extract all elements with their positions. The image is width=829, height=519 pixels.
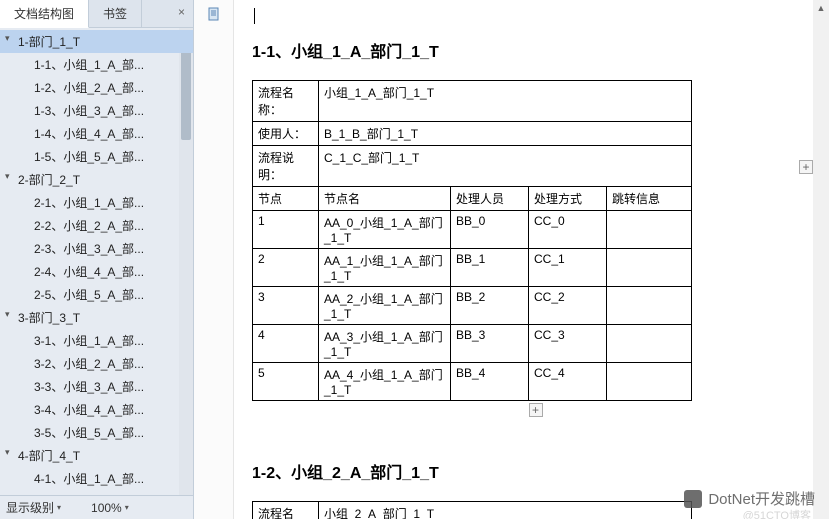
table-header-row: 节点 节点名 处理人员 处理方式 跳转信息 <box>253 187 692 211</box>
tree-child-item[interactable]: 1-3、小组_3_A_部... <box>0 99 193 122</box>
tree-parent-item[interactable]: 2-部门_2_T <box>0 168 193 191</box>
add-col-icon[interactable]: + <box>799 160 813 174</box>
zoom-select[interactable]: 100% <box>91 501 129 515</box>
document-area: 1-1、小组_1_A_部门_1_T ⊕ 流程名称：小组_1_A_部门_1_T 使… <box>194 0 829 519</box>
meta-key: 流程名称： <box>253 81 319 122</box>
tree-child-item[interactable]: 4-1、小组_1_A_部... <box>0 467 193 490</box>
tab-structure[interactable]: 文档结构图 <box>0 0 89 28</box>
outline-tree[interactable]: 1-部门_1_T1-1、小组_1_A_部...1-2、小组_2_A_部...1-… <box>0 28 193 495</box>
tree-parent-item[interactable]: 4-部门_4_T <box>0 444 193 467</box>
tree-child-item[interactable]: 3-5、小组_5_A_部... <box>0 421 193 444</box>
process-table-1: 流程名称：小组_1_A_部门_1_T 使用人：B_1_B_部门_1_T 流程说明… <box>252 80 692 401</box>
tree-child-item[interactable]: 1-5、小组_5_A_部... <box>0 145 193 168</box>
table-row: 流程名称：小组_2_A_部门_1_T <box>253 502 692 519</box>
add-row-icon[interactable]: + <box>529 403 543 417</box>
tree-child-item[interactable]: 1-1、小组_1_A_部... <box>0 53 193 76</box>
tree-scrollbar[interactable] <box>179 28 193 495</box>
tree-child-item[interactable]: 2-5、小组_5_A_部... <box>0 283 193 306</box>
tree-child-item[interactable]: 1-2、小组_2_A_部... <box>0 76 193 99</box>
tree-child-item[interactable]: 3-1、小组_1_A_部... <box>0 329 193 352</box>
left-gutter <box>194 0 234 519</box>
text-cursor <box>254 8 255 24</box>
section-heading: 1-2、小组_2_A_部门_1_T <box>252 459 819 483</box>
table-row: 2AA_1_小组_1_A_部门_1_TBB_1CC_1 <box>253 249 692 287</box>
table-row: 流程说明：C_1_C_部门_1_T <box>253 146 692 187</box>
tree-child-item[interactable]: 2-4、小组_4_A_部... <box>0 260 193 283</box>
section-heading: 1-1、小组_1_A_部门_1_T <box>252 38 819 62</box>
table-row: 使用人：B_1_B_部门_1_T <box>253 122 692 146</box>
table-row: 5AA_4_小组_1_A_部门_1_TBB_4CC_4 <box>253 363 692 401</box>
sidebar-bottombar: 显示级别 100% <box>0 495 193 519</box>
tree-child-item[interactable]: 2-1、小组_1_A_部... <box>0 191 193 214</box>
tree-child-item[interactable]: 1-4、小组_4_A_部... <box>0 122 193 145</box>
tree-child-item[interactable]: 3-4、小组_4_A_部... <box>0 398 193 421</box>
table-row: 流程名称：小组_1_A_部门_1_T <box>253 81 692 122</box>
document-page[interactable]: 1-1、小组_1_A_部门_1_T ⊕ 流程名称：小组_1_A_部门_1_T 使… <box>248 0 829 519</box>
tree-child-item[interactable]: 2-3、小组_3_A_部... <box>0 237 193 260</box>
tree-parent-item[interactable]: 1-部门_1_T <box>0 30 193 53</box>
tree-child-item[interactable]: 3-2、小组_2_A_部... <box>0 352 193 375</box>
close-panel-icon[interactable]: × <box>170 0 193 27</box>
tab-bookmarks[interactable]: 书签 <box>89 0 142 27</box>
navigation-sidebar: 文档结构图 书签 × 1-部门_1_T1-1、小组_1_A_部...1-2、小组… <box>0 0 194 519</box>
table-row: 1AA_0_小组_1_A_部门_1_TBB_0CC_0 <box>253 211 692 249</box>
tree-child-item[interactable]: 4-2、小组_2_A_部... <box>0 490 193 495</box>
vertical-scrollbar[interactable]: ▲ <box>813 0 829 519</box>
table-row: 4AA_3_小组_1_A_部门_1_TBB_3CC_3 <box>253 325 692 363</box>
sidebar-tabs: 文档结构图 书签 × <box>0 0 193 28</box>
scroll-up-icon[interactable]: ▲ <box>813 0 829 16</box>
table-row: 3AA_2_小组_1_A_部门_1_TBB_2CC_2 <box>253 287 692 325</box>
meta-val: 小组_1_A_部门_1_T <box>319 81 692 122</box>
process-table-2: 流程名称：小组_2_A_部门_1_T 使用人：B_2_B_部门_1_T <box>252 501 692 519</box>
tree-child-item[interactable]: 3-3、小组_3_A_部... <box>0 375 193 398</box>
outline-level-select[interactable]: 显示级别 <box>6 499 61 516</box>
tree-parent-item[interactable]: 3-部门_3_T <box>0 306 193 329</box>
page-icon[interactable] <box>206 6 222 22</box>
tree-child-item[interactable]: 2-2、小组_2_A_部... <box>0 214 193 237</box>
